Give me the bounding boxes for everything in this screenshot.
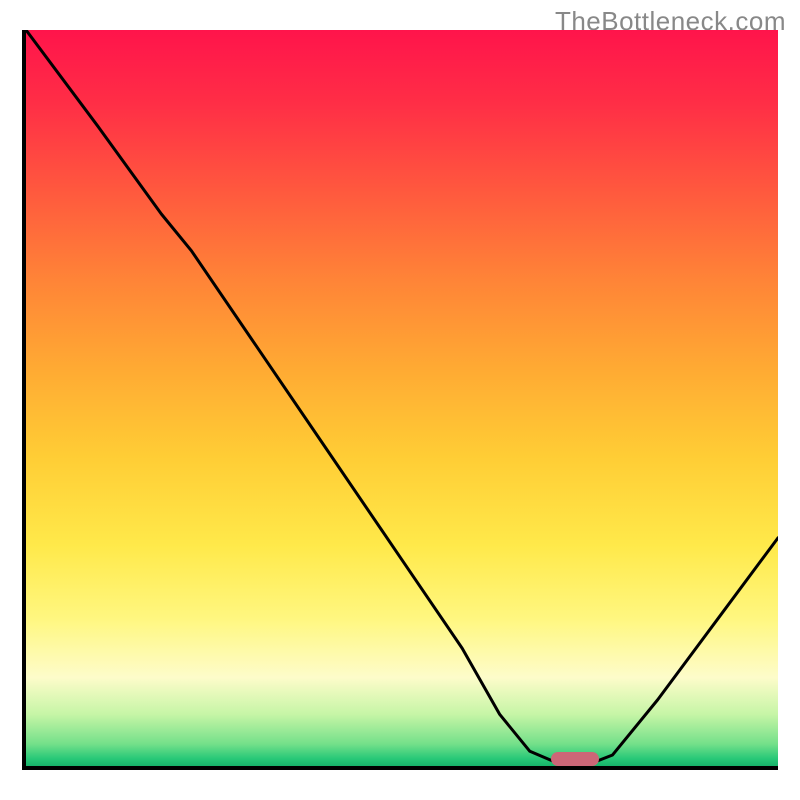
chart-container: TheBottleneck.com (0, 0, 800, 800)
optimal-marker (551, 752, 600, 766)
bottleneck-curve (26, 30, 778, 766)
plot-area (22, 30, 778, 770)
